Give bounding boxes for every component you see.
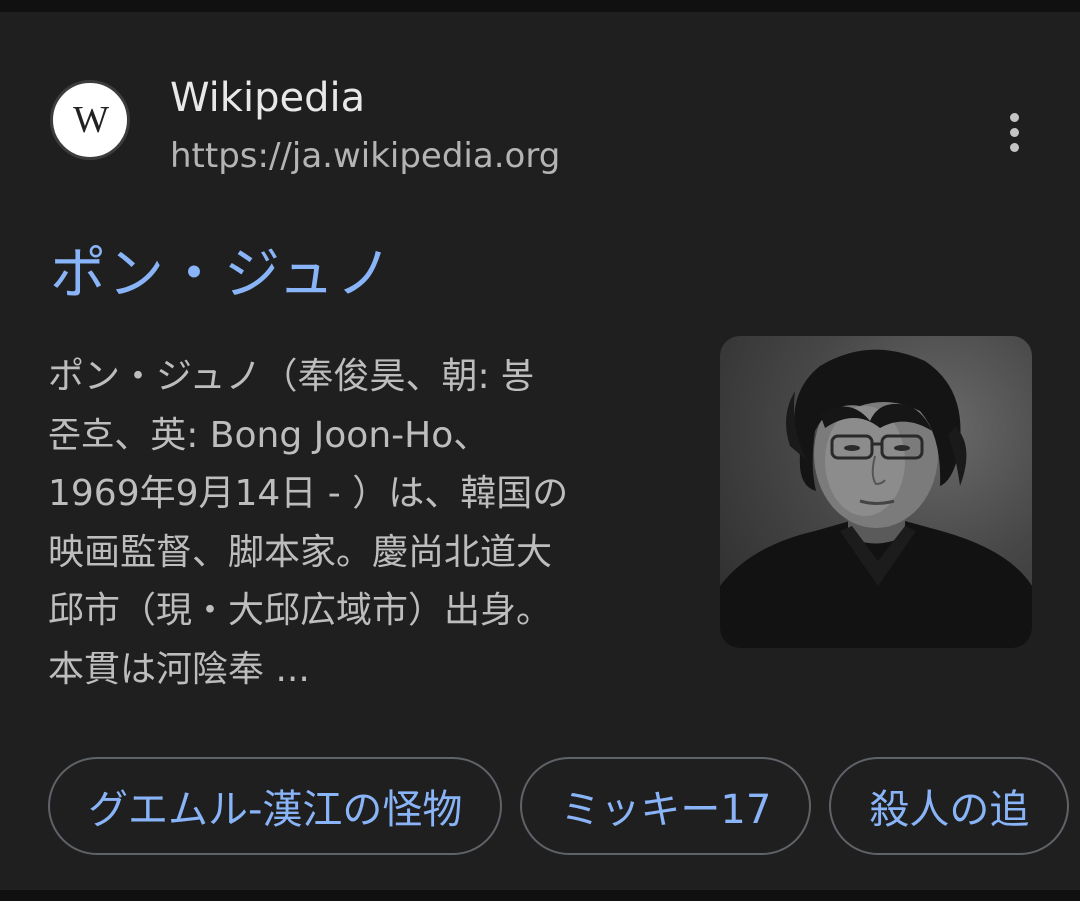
source-url[interactable]: https://ja.wikipedia.org	[170, 134, 560, 178]
related-chips-row: グエムル-漢江の怪物 ミッキー17 殺人の追	[48, 757, 1070, 859]
chip-related-topic[interactable]: グエムル-漢江の怪物	[48, 757, 503, 855]
more-options-icon-dot	[1009, 142, 1019, 152]
more-options-icon-dot	[1009, 127, 1019, 137]
snippet-line: ポン・ジュノ（奉俊昊、朝: 봉	[48, 356, 535, 397]
more-options-button[interactable]	[990, 102, 1038, 162]
chip-related-topic[interactable]: 殺人の追	[829, 757, 1070, 855]
snippet-line: 준호、英: Bong Joon-Ho、	[48, 414, 490, 456]
wikipedia-logo-icon[interactable]: W	[50, 80, 130, 160]
result-title-link[interactable]: ポン・ジュノ	[50, 237, 394, 313]
chip-related-topic[interactable]: ミッキー17	[520, 757, 812, 855]
wikipedia-logo-letter: W	[73, 99, 109, 141]
source-name[interactable]: Wikipedia	[170, 74, 365, 122]
snippet-line: 本貫は河陰奉 ...	[48, 648, 310, 690]
search-result-card: W Wikipedia https://ja.wikipedia.org ポン・…	[0, 12, 1080, 890]
snippet-line: 邱市（現・大邱広域市）出身。	[48, 590, 553, 631]
snippet-line: 1969年9月14日 - ）は、韓国の	[48, 473, 569, 514]
result-snippet: ポン・ジュノ（奉俊昊、朝: 봉 준호、英: Bong Joon-Ho、 1969…	[48, 348, 678, 699]
portrait-photo	[720, 349, 1032, 648]
result-thumbnail-image[interactable]	[720, 336, 1032, 648]
snippet-line: 映画監督、脚本家。慶尚北道大	[48, 531, 553, 573]
more-options-icon	[1009, 112, 1019, 122]
